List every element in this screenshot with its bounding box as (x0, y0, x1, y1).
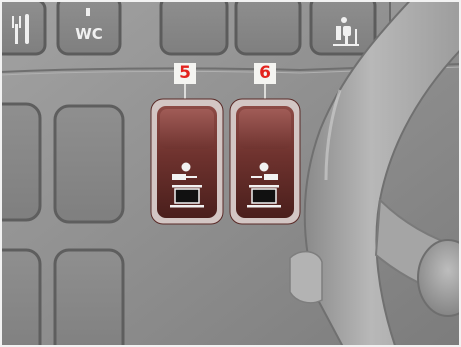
dashboard-scene: WC (0, 0, 461, 347)
callout-6: 6 (254, 63, 276, 84)
left-blank-button-4[interactable] (53, 248, 125, 347)
dashboard-photo: WC 5 6 (0, 0, 461, 347)
switch-5[interactable] (150, 98, 224, 225)
wc-indicator-icon (86, 8, 90, 16)
top-blank-button-1[interactable] (159, 0, 229, 56)
top-blank-button-2[interactable] (234, 0, 302, 56)
switch-6-rocker-highlight (239, 109, 291, 149)
wc-label: WC (75, 25, 103, 43)
top-left-button[interactable] (0, 0, 47, 56)
switch-5-rocker-highlight (160, 109, 214, 149)
switch-6[interactable] (229, 98, 301, 225)
wheel-knob (289, 250, 323, 304)
left-blank-button-3[interactable] (0, 248, 42, 347)
passenger-seat-button[interactable] (309, 0, 377, 56)
left-blank-button-1[interactable] (0, 102, 42, 222)
left-blank-button-2[interactable] (53, 104, 125, 224)
wc-button[interactable]: WC (56, 0, 122, 56)
callout-5: 5 (174, 63, 196, 84)
